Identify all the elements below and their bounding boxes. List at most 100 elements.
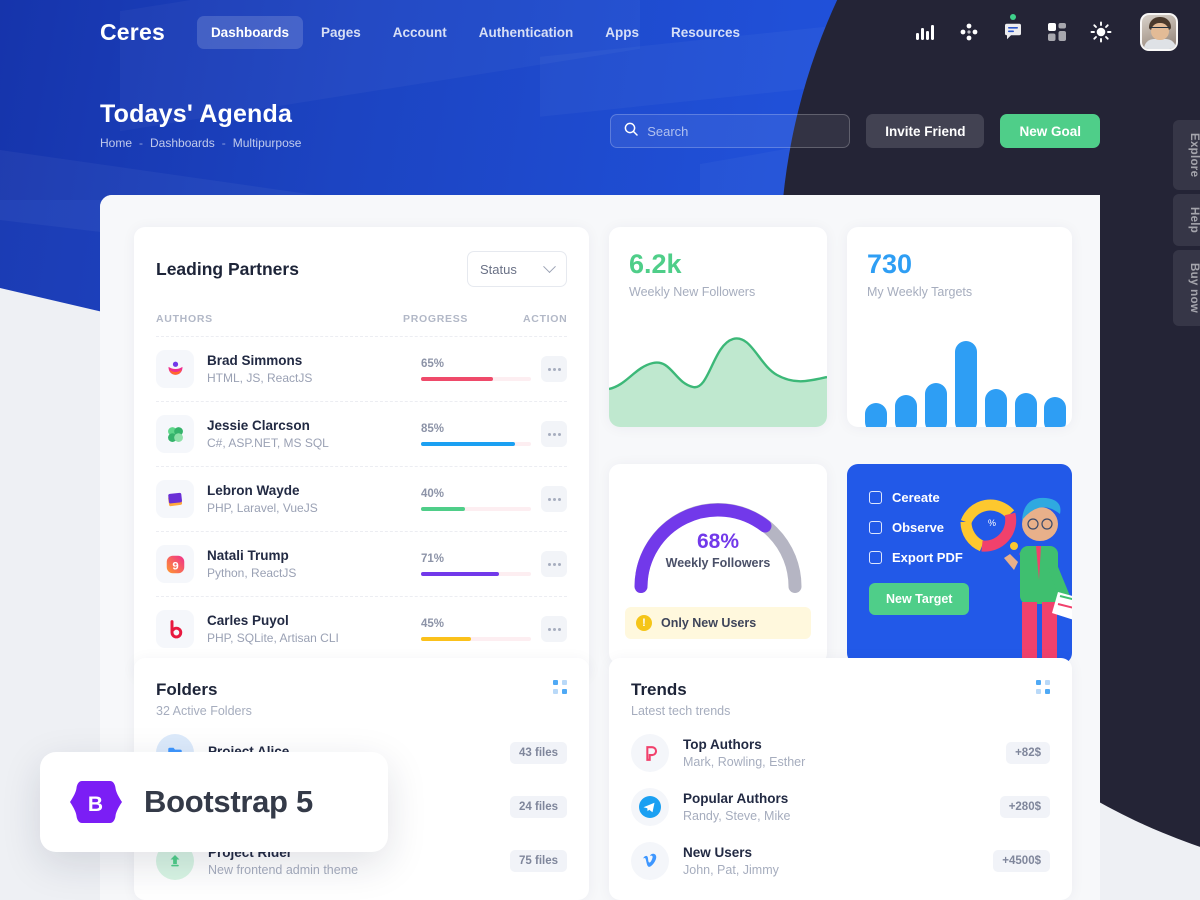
side-tab-buy-now[interactable]: Buy now — [1173, 250, 1200, 327]
gauge-center-label: 68% Weekly Followers — [625, 530, 811, 570]
invite-friend-button[interactable]: Invite Friend — [866, 114, 985, 148]
folders-subtitle: 32 Active Folders — [156, 704, 252, 718]
trend-name: Top Authors — [683, 737, 762, 752]
checkbox-icon[interactable] — [869, 551, 882, 564]
checkbox-icon[interactable] — [869, 491, 882, 504]
row-actions-button[interactable] — [541, 421, 567, 447]
dashboard-grid: Leading Partners Status AUTHORS PROGRESS… — [134, 227, 1074, 679]
page-title: Todays' Agenda — [100, 100, 293, 128]
nav-item-resources[interactable]: Resources — [657, 16, 754, 49]
promo-item-export-pdf[interactable]: Export PDF — [869, 550, 1050, 565]
folder-file-count: 75 files — [510, 850, 567, 872]
partner-progress: 85% — [421, 423, 541, 446]
table-row[interactable]: Lebron Wayde PHP, Laravel, VueJS 40% — [156, 466, 567, 531]
row-actions-button[interactable] — [541, 486, 567, 512]
followers-label: Weekly New Followers — [629, 285, 756, 299]
nav-item-dashboards[interactable]: Dashboards — [196, 15, 303, 49]
chart-bar-icon[interactable] — [914, 21, 936, 43]
nav-item-account[interactable]: Account — [379, 16, 461, 49]
chevron-down-icon — [543, 259, 556, 273]
progress-value: 71% — [421, 552, 445, 565]
promo-item-observe[interactable]: Observe — [869, 520, 1050, 535]
gauge-alert: ! Only New Users — [625, 607, 811, 639]
page-header: Todays' Agenda Home - Dashboards - Multi… — [100, 100, 301, 150]
partner-progress: 40% — [421, 488, 541, 511]
column-action: ACTION — [523, 313, 568, 325]
chat-icon[interactable] — [1002, 14, 1024, 43]
telegram-icon — [631, 788, 669, 826]
table-row[interactable]: Jessie Clarcson C#, ASP.NET, MS SQL 85% — [156, 401, 567, 466]
status-filter-label: Status — [480, 261, 517, 277]
trend-sub: Mark, Rowling, Esther — [683, 755, 806, 769]
partner-progress: 71% — [421, 553, 541, 576]
progress-bar — [421, 506, 531, 511]
list-item[interactable]: Popular Authors Randy, Steve, Mike +280$ — [631, 788, 1050, 826]
table-row[interactable]: 9 Natali Trump Python, ReactJS 71% — [156, 531, 567, 596]
new-goal-button[interactable]: New Goal — [1000, 114, 1100, 148]
row-actions-button[interactable] — [541, 551, 567, 577]
bootstrap-label: Bootstrap 5 — [144, 784, 313, 819]
progress-bar — [421, 376, 531, 381]
partner-tech: PHP, SQLite, Artisan CLI — [207, 631, 339, 645]
row-actions-button[interactable] — [541, 356, 567, 382]
targets-bar-chart — [865, 341, 1066, 427]
header-actions: Invite Friend New Goal — [610, 114, 1100, 148]
breadcrumb-separator: - — [139, 136, 144, 150]
table-row[interactable]: Carles Puyol PHP, SQLite, Artisan CLI 45… — [156, 596, 567, 661]
partner-tech: HTML, JS, ReactJS — [207, 371, 313, 385]
partner-name: Natali Trump — [207, 548, 289, 563]
partner-name: Carles Puyol — [207, 613, 289, 628]
breadcrumb-home[interactable]: Home — [100, 136, 132, 150]
checkbox-icon[interactable] — [869, 521, 882, 534]
folders-titles: Folders 32 Active Folders — [156, 680, 252, 718]
main-nav: Dashboards Pages Account Authentication … — [196, 15, 754, 49]
nav-item-pages[interactable]: Pages — [307, 16, 375, 49]
trends-menu-icon[interactable] — [1036, 680, 1050, 694]
table-row[interactable]: Brad Simmons HTML, JS, ReactJS 65% — [156, 336, 567, 401]
warning-icon: ! — [636, 615, 652, 631]
folders-header: Folders 32 Active Folders — [156, 680, 567, 718]
brand-logo[interactable]: Ceres — [100, 19, 165, 46]
sun-icon[interactable] — [1090, 21, 1112, 43]
partner-tech: Python, ReactJS — [207, 566, 297, 580]
promo-item-label: Observe — [892, 520, 945, 535]
partner-progress: 65% — [421, 358, 541, 381]
trend-amount: +4500$ — [993, 850, 1050, 872]
promo-item-label: Export PDF — [892, 550, 963, 565]
nav-item-apps[interactable]: Apps — [591, 16, 653, 49]
leading-partners-header: Leading Partners Status — [156, 251, 567, 287]
promo-checklist: Cereate Observe Export PDF New Target — [869, 490, 1050, 615]
side-tab-explore[interactable]: Explore — [1173, 120, 1200, 191]
breadcrumb-multipurpose[interactable]: Multipurpose — [233, 136, 302, 150]
new-target-button[interactable]: New Target — [869, 583, 970, 615]
promo-item-cereate[interactable]: Cereate — [869, 490, 1050, 505]
side-tab-help[interactable]: Help — [1173, 194, 1200, 247]
weekly-targets-card: 730 My Weekly Targets — [847, 227, 1072, 427]
trends-titles: Trends Latest tech trends — [631, 680, 730, 718]
leading-partners-card: Leading Partners Status AUTHORS PROGRESS… — [134, 227, 589, 679]
targets-label: My Weekly Targets — [867, 285, 973, 299]
search-box[interactable] — [610, 114, 851, 148]
followers-area-chart — [609, 337, 827, 427]
list-item[interactable]: New Users John, Pat, Jimmy +4500$ — [631, 842, 1050, 880]
partner-info: Natali Trump Python, ReactJS — [207, 548, 421, 580]
status-filter-select[interactable]: Status — [467, 251, 567, 287]
list-item[interactable]: Top Authors Mark, Rowling, Esther +82$ — [631, 734, 1050, 772]
folder-file-count: 43 files — [510, 742, 567, 764]
grid-icon[interactable] — [1046, 21, 1068, 43]
trend-info: Top Authors Mark, Rowling, Esther — [683, 737, 805, 769]
gauge-percent: 68% — [696, 530, 740, 553]
row-actions-button[interactable] — [541, 616, 567, 642]
side-tabs: Explore Help Buy now — [1173, 120, 1200, 327]
partner-logo-icon: 9 — [156, 545, 194, 583]
nav-item-authentication[interactable]: Authentication — [465, 16, 588, 49]
folders-menu-icon[interactable] — [553, 680, 567, 694]
scatter-icon[interactable] — [958, 21, 980, 43]
breadcrumb-dashboards[interactable]: Dashboards — [150, 136, 215, 150]
search-input[interactable] — [647, 123, 837, 139]
trend-name: Popular Authors — [683, 791, 789, 806]
progress-bar — [421, 441, 531, 446]
gauge-chart: 68% Weekly Followers — [625, 490, 811, 595]
column-authors: AUTHORS — [156, 313, 213, 325]
user-avatar[interactable] — [1140, 13, 1178, 51]
